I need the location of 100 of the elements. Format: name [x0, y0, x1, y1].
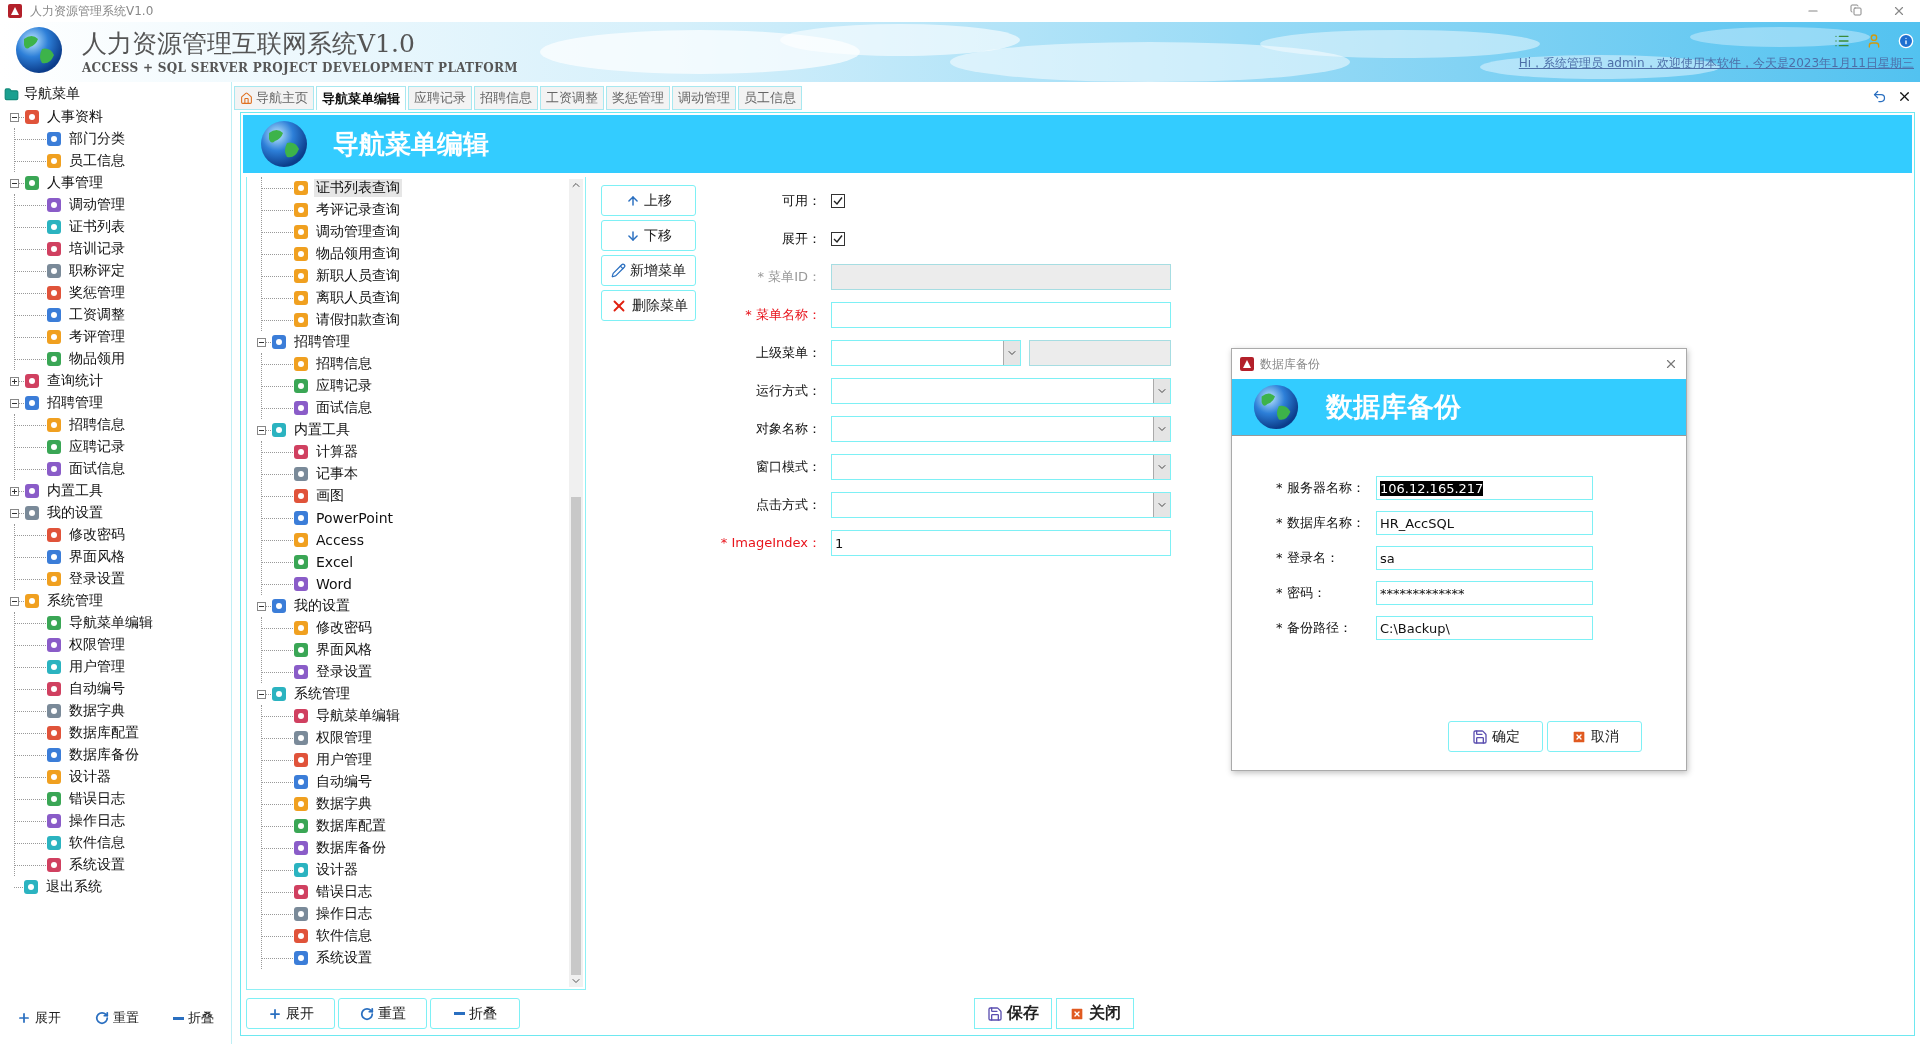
- input-field[interactable]: 106.12.165.217: [1376, 476, 1593, 500]
- tree-item[interactable]: 操作日志: [67, 812, 127, 830]
- tree-item[interactable]: 修改密码: [314, 619, 374, 637]
- tab[interactable]: 应聘记录: [408, 86, 472, 110]
- tree-item[interactable]: 数据库配置: [314, 817, 388, 835]
- tree-button[interactable]: 展开: [13, 1007, 65, 1029]
- tree-item[interactable]: 错误日志: [67, 790, 127, 808]
- action-button[interactable]: 删除菜单: [601, 290, 696, 321]
- input-field[interactable]: *************: [1376, 581, 1593, 605]
- input-field[interactable]: C:\Backup\: [1376, 616, 1593, 640]
- checkbox[interactable]: [831, 232, 845, 246]
- undo-icon[interactable]: [1872, 89, 1887, 104]
- tree-item[interactable]: 登录设置: [67, 570, 127, 588]
- tree-toggle[interactable]: [10, 486, 19, 496]
- tree-item[interactable]: 系统管理: [292, 685, 352, 703]
- action-button[interactable]: 新增菜单: [601, 255, 696, 286]
- tree-item[interactable]: Excel: [314, 554, 356, 570]
- dialog-button[interactable]: 确定: [1448, 721, 1543, 752]
- tree-item[interactable]: 奖惩管理: [67, 284, 127, 302]
- dropdown-field[interactable]: [831, 416, 1171, 442]
- dropdown-field[interactable]: [831, 378, 1171, 404]
- tree-item[interactable]: 数据字典: [67, 702, 127, 720]
- tree-toggle[interactable]: [10, 112, 19, 122]
- tree-item[interactable]: 工资调整: [67, 306, 127, 324]
- tree-item[interactable]: 操作日志: [314, 905, 374, 923]
- dropdown-field[interactable]: [831, 454, 1171, 480]
- tree-item[interactable]: 人事管理: [45, 174, 105, 192]
- tree-item[interactable]: 系统设置: [67, 856, 127, 874]
- tree-item[interactable]: 自动编号: [314, 773, 374, 791]
- tab[interactable]: 奖惩管理: [606, 86, 670, 110]
- tree-item[interactable]: 登录设置: [314, 663, 374, 681]
- tree-toggle[interactable]: [257, 601, 266, 611]
- tree-item[interactable]: 物品领用查询: [314, 245, 402, 263]
- tree-item[interactable]: 应聘记录: [67, 438, 127, 456]
- tree-item[interactable]: 培训记录: [67, 240, 127, 258]
- tree-toggle[interactable]: [10, 508, 19, 518]
- tree-toggle[interactable]: [257, 689, 266, 699]
- tree-item[interactable]: 数据字典: [314, 795, 374, 813]
- tree-item[interactable]: 我的设置: [292, 597, 352, 615]
- tree-item[interactable]: 计算器: [314, 443, 360, 461]
- tree-item[interactable]: 考评记录查询: [314, 201, 402, 219]
- tree-item[interactable]: 查询统计: [45, 372, 105, 390]
- greeting-link[interactable]: Hi，系统管理员 admin，欢迎使用本软件，今天是2023年1月11日星期三: [1518, 54, 1914, 72]
- tree-toggle[interactable]: [10, 178, 19, 188]
- tree-item[interactable]: 内置工具: [45, 482, 105, 500]
- tree-item[interactable]: 画图: [314, 487, 346, 505]
- tree-item[interactable]: 部门分类: [67, 130, 127, 148]
- tree-item[interactable]: 证书列表: [67, 218, 127, 236]
- tree-toggle[interactable]: [257, 425, 266, 435]
- tree-toggle[interactable]: [10, 376, 19, 386]
- tree-button[interactable]: 展开: [246, 998, 335, 1029]
- tree-item[interactable]: 新职人员查询: [314, 267, 402, 285]
- dialog-button[interactable]: 取消: [1547, 721, 1642, 752]
- tree-item[interactable]: 招聘信息: [67, 416, 127, 434]
- tree-item[interactable]: 权限管理: [67, 636, 127, 654]
- tree-item[interactable]: 导航菜单编辑: [314, 707, 402, 725]
- tree-item[interactable]: 界面风格: [314, 641, 374, 659]
- input-field[interactable]: sa: [1376, 546, 1593, 570]
- tree-toggle[interactable]: [10, 596, 19, 606]
- tree-item[interactable]: 自动编号: [67, 680, 127, 698]
- tree-item[interactable]: 数据库备份: [67, 746, 141, 764]
- tree-item[interactable]: 人事资料: [45, 108, 105, 126]
- dropdown-field[interactable]: [831, 340, 1021, 366]
- tree-item[interactable]: 设计器: [314, 861, 360, 879]
- tab[interactable]: 工资调整: [540, 86, 604, 110]
- tree-item[interactable]: 系统管理: [45, 592, 105, 610]
- tree-item[interactable]: 我的设置: [45, 504, 105, 522]
- tree-item[interactable]: 用户管理: [314, 751, 374, 769]
- tree-button[interactable]: 重置: [338, 998, 427, 1029]
- tree-item[interactable]: 面试信息: [67, 460, 127, 478]
- tab[interactable]: 导航主页: [234, 86, 314, 110]
- tree-toggle[interactable]: [10, 398, 19, 408]
- tree-item[interactable]: 设计器: [67, 768, 113, 786]
- tree-item[interactable]: Word: [314, 576, 354, 592]
- tree-item[interactable]: 考评管理: [67, 328, 127, 346]
- tree-item[interactable]: 系统设置: [314, 949, 374, 967]
- info-icon[interactable]: [1898, 32, 1914, 49]
- tree-item[interactable]: 招聘管理: [45, 394, 105, 412]
- tree-item[interactable]: 应聘记录: [314, 377, 374, 395]
- tab[interactable]: 员工信息: [738, 86, 802, 110]
- tree-item[interactable]: 导航菜单编辑: [67, 614, 155, 632]
- tree-item[interactable]: 调动管理: [67, 196, 127, 214]
- tab[interactable]: 调动管理: [672, 86, 736, 110]
- tree-item[interactable]: 内置工具: [292, 421, 352, 439]
- tree-item[interactable]: 招聘信息: [314, 355, 374, 373]
- footer-button[interactable]: 保存: [974, 998, 1052, 1029]
- checkbox[interactable]: [831, 194, 845, 208]
- close-icon[interactable]: [1897, 89, 1912, 104]
- tree-item[interactable]: 权限管理: [314, 729, 374, 747]
- dropdown-field[interactable]: [831, 492, 1171, 518]
- tree-button[interactable]: 折叠: [169, 1007, 218, 1029]
- tree-button[interactable]: 重置: [91, 1007, 143, 1029]
- tree-item[interactable]: 界面风格: [67, 548, 127, 566]
- input-field[interactable]: HR_AccSQL: [1376, 511, 1593, 535]
- scroll-thumb[interactable]: [571, 496, 581, 975]
- input-field[interactable]: [831, 302, 1171, 328]
- tree-item[interactable]: 软件信息: [67, 834, 127, 852]
- tree-item[interactable]: 物品领用: [67, 350, 127, 368]
- tree-item[interactable]: 软件信息: [314, 927, 374, 945]
- tree-item[interactable]: 记事本: [314, 465, 360, 483]
